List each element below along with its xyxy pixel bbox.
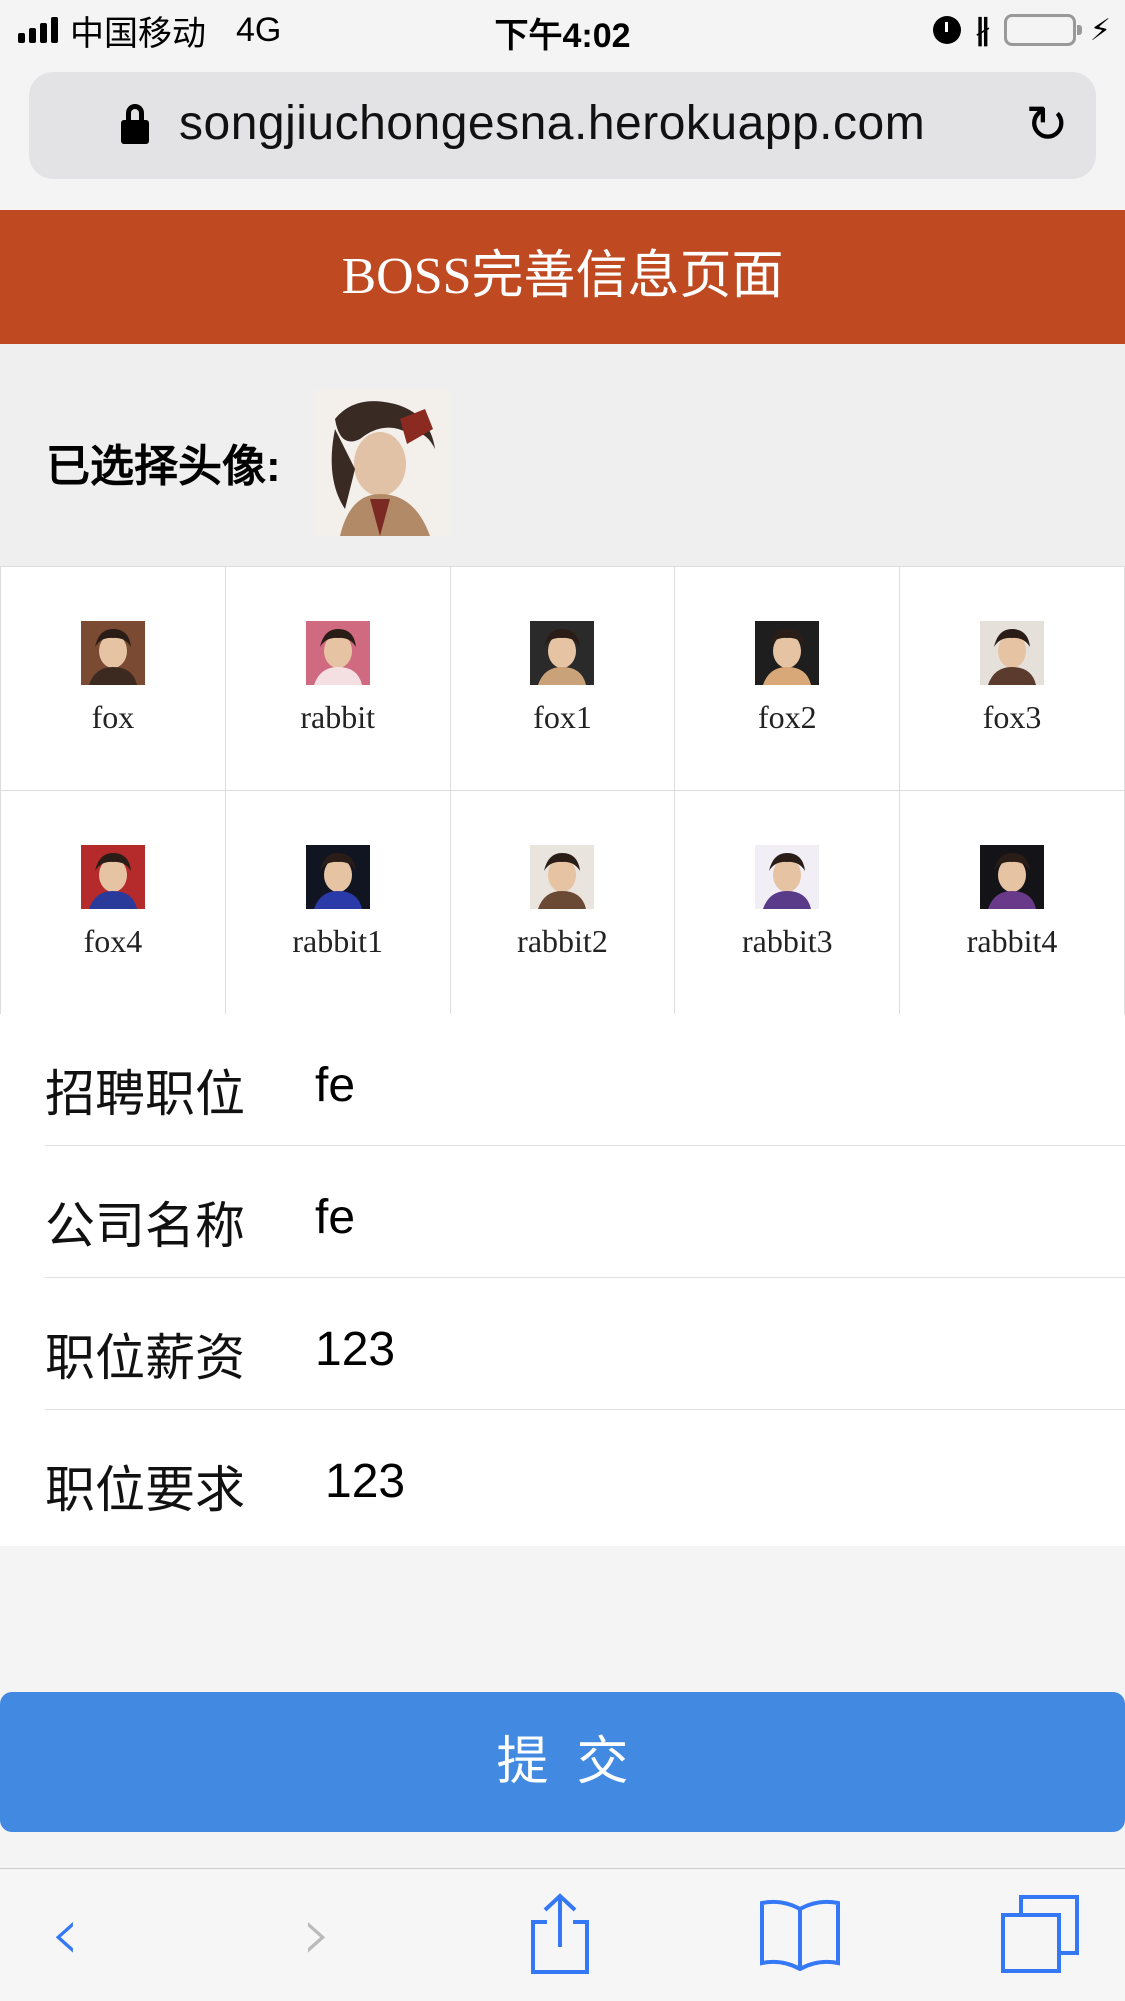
- form-row-requirements: 职位要求 123: [45, 1410, 1125, 1542]
- avatar-option-rabbit[interactable]: rabbit: [225, 567, 451, 791]
- bookmarks-icon[interactable]: [755, 1889, 845, 1979]
- page-header: BOSS完善信息页面: [0, 210, 1125, 344]
- selected-avatar-section: 已选择头像:: [0, 344, 1125, 566]
- avatar-option-rabbit2[interactable]: rabbit2: [450, 791, 676, 1015]
- submit-button[interactable]: 提交: [0, 1692, 1125, 1832]
- form-row-salary: 职位薪资 123: [45, 1278, 1125, 1410]
- avatar-name: fox2: [757, 699, 817, 735]
- info-form: 招聘职位 fe 公司名称 fe 职位薪资 123 职位要求 123: [0, 1014, 1125, 1546]
- form-row-position: 招聘职位 fe: [45, 1014, 1125, 1146]
- avatar-thumbnail: [980, 845, 1045, 909]
- avatar-thumbnail: [755, 621, 820, 685]
- requirements-input[interactable]: 123: [325, 1454, 1085, 1509]
- avatar-thumbnail: [80, 621, 145, 685]
- url-text[interactable]: songjiuchongesna.herokuapp.com: [179, 96, 925, 151]
- bluetooth-icon: ∦: [974, 13, 990, 47]
- battery-icon: [1003, 14, 1082, 46]
- selected-avatar-image: [315, 389, 450, 536]
- selected-avatar-label: 已选择头像:: [46, 442, 281, 491]
- salary-label: 职位薪资: [45, 1330, 245, 1386]
- avatar-name: fox3: [982, 699, 1042, 735]
- avatar-option-fox3[interactable]: fox3: [900, 567, 1125, 791]
- lock-icon: [121, 104, 149, 144]
- avatar-option-fox2[interactable]: fox2: [675, 567, 901, 791]
- position-input[interactable]: fe: [315, 1058, 1075, 1113]
- avatar-grid: fox rabbit fox1 fox2 fox3 fox4 rabbit1 rabbit2 r…: [0, 566, 1125, 1015]
- avatar-thumbnail: [530, 621, 595, 685]
- avatar-option-fox1[interactable]: fox1: [450, 567, 676, 791]
- charging-icon: ⚡: [1089, 13, 1111, 47]
- avatar-option-fox[interactable]: fox: [1, 567, 226, 791]
- avatar-name: rabbit2: [517, 923, 608, 959]
- avatar-name: fox4: [83, 923, 143, 959]
- alarm-icon: [932, 16, 961, 44]
- avatar-name: rabbit: [300, 699, 376, 735]
- avatar-option-fox4[interactable]: fox4: [1, 791, 226, 1015]
- avatar-thumbnail: [755, 845, 820, 909]
- forward-icon[interactable]: ›: [272, 1889, 362, 1979]
- avatar-name: fox1: [533, 699, 592, 735]
- form-row-company: 公司名称 fe: [45, 1146, 1125, 1278]
- avatar-thumbnail: [530, 845, 595, 909]
- avatar-name: rabbit3: [741, 923, 833, 959]
- tabs-icon[interactable]: [995, 1889, 1085, 1979]
- avatar-thumbnail: [305, 845, 370, 909]
- requirements-label: 职位要求: [45, 1462, 245, 1518]
- reload-icon[interactable]: ↻: [1022, 99, 1072, 151]
- avatar-thumbnail: [80, 845, 145, 909]
- browser-toolbar: ‹ ›: [0, 1868, 1125, 2001]
- company-label: 公司名称: [45, 1198, 245, 1254]
- avatar-name: rabbit4: [966, 923, 1058, 959]
- avatar-option-rabbit4[interactable]: rabbit4: [900, 791, 1125, 1015]
- avatar-name: fox: [91, 699, 135, 735]
- avatar-name: rabbit1: [292, 923, 384, 959]
- status-bar: 中国移动 4G 下午4:02 ∦ ⚡: [0, 0, 1125, 58]
- share-icon[interactable]: [515, 1889, 605, 1979]
- avatar-option-rabbit3[interactable]: rabbit3: [675, 791, 901, 1015]
- salary-input[interactable]: 123: [315, 1322, 1075, 1377]
- back-icon[interactable]: ‹: [20, 1889, 110, 1979]
- avatar-thumbnail: [980, 621, 1045, 685]
- avatar-option-rabbit1[interactable]: rabbit1: [225, 791, 451, 1015]
- position-label: 招聘职位: [45, 1066, 245, 1122]
- avatar-thumbnail: [305, 621, 370, 685]
- company-input[interactable]: fe: [315, 1190, 1075, 1245]
- status-right: ∦ ⚡: [932, 10, 1111, 50]
- address-bar[interactable]: songjiuchongesna.herokuapp.com ↻: [29, 72, 1096, 179]
